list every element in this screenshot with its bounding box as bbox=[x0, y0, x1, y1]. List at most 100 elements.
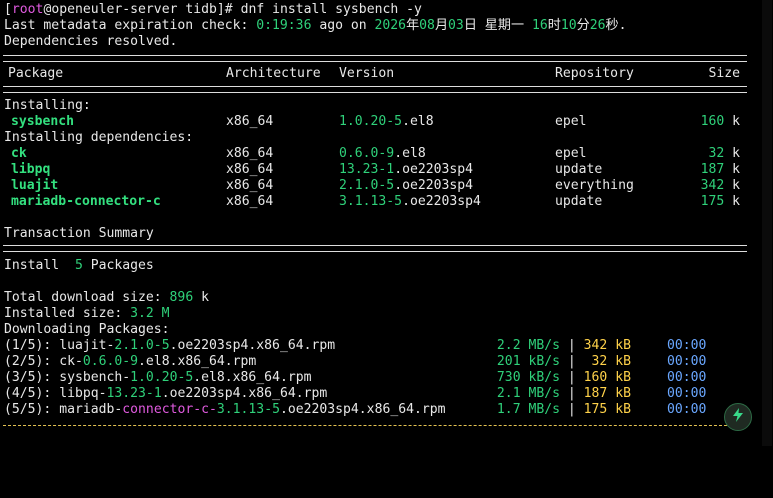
metadata-minute: 10 bbox=[560, 18, 577, 33]
installing-label: Installing: bbox=[4, 98, 91, 113]
download-size: | 187 kB bbox=[560, 386, 631, 401]
download-time: 00:00 bbox=[667, 338, 707, 353]
terminal-window[interactable]: [root@openeuler-server tidb]# dnf instal… bbox=[0, 0, 773, 446]
download-size: | 32 kB bbox=[560, 354, 631, 369]
package-repo: epel bbox=[555, 146, 587, 161]
package-version: 3.1.13-5.oe2203sp4 bbox=[339, 194, 481, 209]
package-arch: x86_64 bbox=[226, 162, 274, 177]
download-rate: 1.7 MB/s bbox=[496, 402, 560, 417]
package-repo: update bbox=[555, 194, 603, 209]
installing-dependencies-label: Installing dependencies: bbox=[4, 130, 194, 145]
package-size: 175 k bbox=[700, 194, 740, 209]
shell-prompt-line: [root@openeuler-server tidb]# dnf instal… bbox=[4, 2, 422, 18]
download-row: (1/5): luajit-2.1.0-5.oe2203sp4.x86_64.r… bbox=[4, 338, 744, 354]
metadata-hour: 16 bbox=[531, 18, 548, 33]
download-rate: 730 kB/s bbox=[496, 370, 560, 385]
install-summary-line: Install 5 Packages bbox=[4, 258, 154, 273]
prompt-user: root bbox=[11, 2, 44, 17]
download-filename: (3/5): sysbench-1.0.20-5.el8.x86_64.rpm bbox=[4, 370, 312, 385]
metadata-month: 08 bbox=[419, 18, 435, 33]
metadata-month-unit: 月 bbox=[434, 18, 449, 33]
prompt-open-bracket: [ bbox=[4, 2, 12, 17]
download-row: (4/5): libpq-13.23-1.oe2203sp4.x86_64.rp… bbox=[4, 386, 744, 402]
metadata-second-unit: 秒. bbox=[605, 18, 627, 33]
dashed-divider bbox=[3, 425, 747, 426]
download-filename: (4/5): libpq-13.23-1.oe2203sp4.x86_64.rp… bbox=[4, 386, 328, 401]
download-size: | 175 kB bbox=[560, 402, 631, 417]
header-repository: Repository bbox=[555, 66, 634, 81]
package-table-header: Package Architecture Version Repository … bbox=[4, 66, 744, 82]
package-arch: x86_64 bbox=[226, 194, 274, 209]
download-filename: (1/5): luajit-2.1.0-5.oe2203sp4.x86_64.r… bbox=[4, 338, 336, 353]
metadata-year-unit: 年 bbox=[406, 18, 420, 33]
metadata-mid: ago on bbox=[311, 18, 375, 33]
package-name: ck bbox=[11, 146, 27, 161]
package-name: sysbench bbox=[11, 114, 75, 129]
package-row: libpq x86_64 13.23-1.oe2203sp4 update 18… bbox=[4, 162, 744, 178]
prompt-close: ]# bbox=[216, 2, 241, 17]
download-rate: 2.1 MB/s bbox=[496, 386, 560, 401]
package-version: 2.1.0-5.oe2203sp4 bbox=[339, 178, 474, 193]
download-row: (3/5): sysbench-1.0.20-5.el8.x86_64.rpm … bbox=[4, 370, 744, 386]
metadata-hour-unit: 时 bbox=[547, 18, 561, 33]
metadata-minute-unit: 分 bbox=[576, 18, 590, 33]
metadata-day: 03 bbox=[448, 18, 464, 33]
package-name: luajit bbox=[11, 178, 59, 193]
package-repo: update bbox=[555, 162, 603, 177]
header-version: Version bbox=[339, 66, 395, 81]
package-version: 0.6.0-9.el8 bbox=[339, 146, 426, 161]
package-size: 160 k bbox=[700, 114, 740, 129]
download-size: | 342 kB bbox=[560, 338, 631, 353]
header-architecture: Architecture bbox=[226, 66, 321, 81]
dependencies-resolved-text: Dependencies resolved. bbox=[4, 34, 178, 49]
package-version: 13.23-1.oe2203sp4 bbox=[339, 162, 474, 177]
package-arch: x86_64 bbox=[226, 178, 274, 193]
download-time: 00:00 bbox=[667, 370, 707, 385]
download-filename: (5/5): mariadb-connector-c-3.1.13-5.oe22… bbox=[4, 402, 446, 417]
double-rule-divider bbox=[3, 245, 747, 252]
prompt-cwd: tidb bbox=[185, 2, 217, 17]
installed-size-line: Installed size: 3.2 M bbox=[4, 306, 170, 321]
package-size: 187 k bbox=[700, 162, 740, 177]
package-repo: epel bbox=[555, 114, 587, 129]
double-rule-divider bbox=[3, 55, 747, 62]
header-size: Size bbox=[708, 66, 740, 81]
scrollbar[interactable] bbox=[762, 0, 772, 446]
downloading-packages-label: Downloading Packages: bbox=[4, 322, 170, 337]
metadata-day-unit: 日 星期一 bbox=[463, 18, 532, 33]
package-row: ck x86_64 0.6.0-9.el8 epel 32 k bbox=[4, 146, 744, 162]
header-package: Package bbox=[8, 66, 64, 81]
transaction-summary-heading: Transaction Summary bbox=[4, 226, 154, 241]
package-name: mariadb-connector-c bbox=[11, 194, 161, 209]
package-repo: everything bbox=[555, 178, 634, 193]
metadata-year: 2026 bbox=[374, 18, 407, 33]
download-size: | 160 kB bbox=[560, 370, 631, 385]
metadata-elapsed: 0:19:36 bbox=[256, 18, 312, 33]
prompt-command: dnf install sysbench -y bbox=[240, 2, 422, 17]
download-filename: (2/5): ck-0.6.0-9.el8.x86_64.rpm bbox=[4, 354, 257, 369]
metadata-expiration-line: Last metadata expiration check: 0:19:36 … bbox=[4, 18, 627, 34]
prompt-host: openeuler-server bbox=[51, 2, 178, 17]
download-row: (5/5): mariadb-connector-c-3.1.13-5.oe22… bbox=[4, 402, 744, 418]
package-size: 32 k bbox=[708, 146, 740, 161]
quick-action-button[interactable] bbox=[724, 403, 752, 431]
package-size: 342 k bbox=[700, 178, 740, 193]
total-download-size-line: Total download size: 896 k bbox=[4, 290, 209, 305]
metadata-second: 26 bbox=[589, 18, 606, 33]
double-rule-divider bbox=[3, 86, 747, 93]
download-time: 00:00 bbox=[667, 402, 707, 417]
package-row: sysbench x86_64 1.0.20-5.el8 epel 160 k bbox=[4, 114, 744, 130]
download-time: 00:00 bbox=[667, 386, 707, 401]
package-row: luajit x86_64 2.1.0-5.oe2203sp4 everythi… bbox=[4, 178, 744, 194]
download-row: (2/5): ck-0.6.0-9.el8.x86_64.rpm 201 kB/… bbox=[4, 354, 744, 370]
package-name: libpq bbox=[11, 162, 51, 177]
lightning-bolt-icon bbox=[732, 408, 744, 426]
package-arch: x86_64 bbox=[226, 114, 274, 129]
metadata-prefix: Last metadata expiration check: bbox=[4, 18, 257, 33]
download-time: 00:00 bbox=[667, 354, 707, 369]
package-row: mariadb-connector-c x86_64 3.1.13-5.oe22… bbox=[4, 194, 744, 210]
download-rate: 201 kB/s bbox=[496, 354, 560, 369]
package-version: 1.0.20-5.el8 bbox=[339, 114, 434, 129]
download-rate: 2.2 MB/s bbox=[496, 338, 560, 353]
package-arch: x86_64 bbox=[226, 146, 274, 161]
